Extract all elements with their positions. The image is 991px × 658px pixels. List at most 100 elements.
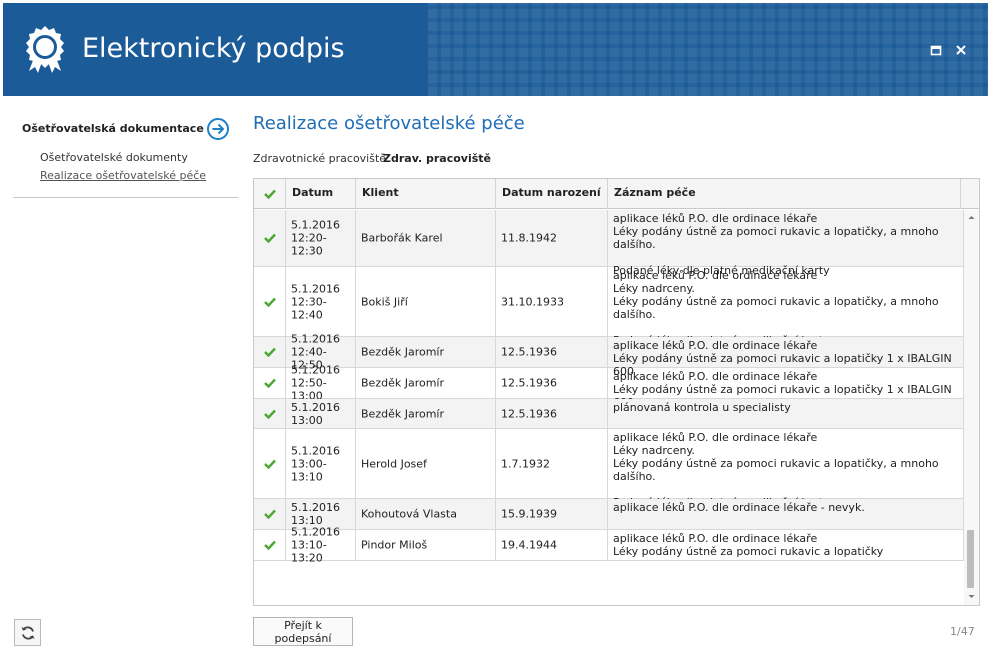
row-birthdate: 15.9.1939: [501, 507, 557, 521]
scrollbar-thumb[interactable]: [967, 530, 974, 588]
check-icon: [264, 540, 276, 550]
workplace-info: Zdravotnické pracoviště: Zdrav. pracoviš…: [253, 152, 491, 165]
check-icon: [264, 233, 276, 243]
sidebar-section: Ošetřovatelská dokumentace: [13, 112, 238, 146]
row-date: 5.1.2016: [291, 501, 340, 514]
row-record-cell: plánovaná kontrola u specialisty: [608, 399, 964, 428]
row-client-cell: Pindor Miloš: [356, 530, 496, 560]
row-client: Bezděk Jaromír: [361, 407, 444, 420]
row-birthdate: 31.10.1933: [501, 295, 564, 308]
row-birthdate-cell: 11.8.1942: [496, 210, 608, 266]
row-date: 5.1.2016: [291, 282, 340, 295]
row-check-cell[interactable]: [254, 499, 286, 529]
table-row[interactable]: 5.1.2016 12:50-13:00 Bezděk Jaromír 12.5.19…: [254, 364, 964, 409]
row-date-cell: 5.1.2016 12:40-12:50: [286, 333, 356, 372]
row-check-cell[interactable]: [254, 210, 286, 266]
table-row[interactable]: 5.1.2016 13:10-13:20 Pindor Miloš 19.4.1944…: [254, 526, 964, 565]
check-icon: [264, 509, 276, 519]
row-birthdate-cell: 19.4.1944: [496, 530, 608, 560]
sidebar-section-title: Ošetřovatelská dokumentace: [22, 122, 204, 135]
table-row[interactable]: 5.1.2016 12:40-12:50 Bezděk Jaromír 12.5.19…: [254, 333, 964, 378]
refresh-button[interactable]: [14, 619, 41, 646]
header-care-record[interactable]: Záznam péče: [608, 179, 961, 209]
row-client-cell: Barbořák Karel: [356, 210, 496, 266]
row-time: 13:10-13:20: [291, 538, 327, 565]
row-client: Bezděk Jaromír: [361, 376, 444, 390]
check-icon: [264, 459, 276, 469]
header-client[interactable]: Klient: [356, 179, 496, 209]
row-client-cell: Bezděk Jaromír: [356, 399, 496, 428]
check-icon: [264, 297, 276, 307]
row-date: 5.1.2016: [291, 444, 340, 457]
row-date: 5.1.2016: [291, 525, 340, 539]
row-birthdate-cell: 12.5.1936: [496, 399, 608, 428]
table-row[interactable]: 5.1.2016 12:20-12:30 Barbořák Karel 11.8.19…: [254, 210, 964, 277]
header-date[interactable]: Datum: [286, 179, 356, 209]
row-date-cell: 5.1.2016 12:50-13:00: [286, 364, 356, 403]
page-counter: 1/47: [950, 625, 975, 638]
row-birthdate: 12.5.1936: [501, 376, 557, 390]
row-record: aplikace léků P.O. dle ordinace lékaře -…: [613, 501, 865, 514]
check-icon: [264, 409, 276, 419]
table-header: Datum Klient Datum narození Záznam péče: [254, 179, 979, 209]
row-client-cell: Herold Josef: [356, 429, 496, 498]
table-row[interactable]: 5.1.2016 13:10 Kohoutová Vlasta 15.9.1939 ap…: [254, 499, 964, 530]
header-pattern: [428, 3, 988, 96]
header-birthdate[interactable]: Datum narození: [496, 179, 608, 209]
arrow-right-circle-icon[interactable]: [206, 117, 230, 141]
table-row[interactable]: 5.1.2016 12:30-12:40 Bokiš Jiří 31.10.1933 a…: [254, 267, 964, 347]
row-client-cell: Bezděk Jaromír: [356, 337, 496, 367]
row-check-cell[interactable]: [254, 337, 286, 367]
row-date: 5.1.2016: [291, 400, 340, 414]
sidebar-item-care-realization[interactable]: Realizace ošetřovatelské péče: [40, 167, 238, 185]
table-row[interactable]: 5.1.2016 13:00 Bezděk Jaromír 12.5.1936 plán…: [254, 399, 964, 429]
go-to-signing-button[interactable]: Přejít k podepsání: [253, 617, 353, 646]
row-birthdate-cell: 31.10.1933: [496, 267, 608, 336]
sidebar: Ošetřovatelská dokumentace Ošetřovatelsk…: [13, 112, 238, 198]
close-icon[interactable]: [954, 43, 968, 57]
sidebar-divider: [13, 197, 238, 198]
seal-icon: [26, 26, 64, 73]
header-check-column[interactable]: [254, 179, 286, 209]
row-check-cell[interactable]: [254, 399, 286, 428]
row-record-cell: aplikace léků P.O. dle ordinace lékaře -…: [608, 499, 964, 529]
vertical-scrollbar[interactable]: [964, 210, 979, 605]
row-client: Pindor Miloš: [361, 538, 428, 552]
row-record: plánovaná kontrola u specialisty: [613, 401, 791, 414]
scroll-down-icon[interactable]: [967, 592, 976, 601]
row-record-cell: aplikace léků P.O. dle ordinace lékaře L…: [608, 210, 964, 277]
row-birthdate-cell: 12.5.1936: [496, 337, 608, 367]
row-birthdate: 19.4.1944: [501, 538, 557, 552]
row-birthdate-cell: 12.5.1936: [496, 368, 608, 398]
check-icon: [264, 378, 276, 388]
check-icon: [264, 347, 276, 357]
row-date: 5.1.2016: [291, 218, 340, 232]
sidebar-item-documents[interactable]: Ošetřovatelské dokumenty: [40, 149, 238, 167]
row-time: 12:20-12:30: [291, 231, 327, 258]
row-record-cell: aplikace léků P.O. dle ordinace lékaře L…: [608, 429, 964, 509]
row-time: 12:30-12:40: [291, 295, 327, 321]
row-date-cell: 5.1.2016 12:20-12:30: [286, 210, 356, 266]
row-birthdate: 11.8.1942: [501, 231, 557, 245]
row-time: 13:00-13:10: [291, 457, 327, 483]
row-client: Kohoutová Vlasta: [361, 507, 457, 521]
row-birthdate: 12.5.1936: [501, 407, 557, 420]
check-icon: [264, 189, 276, 199]
maximize-icon[interactable]: [929, 43, 943, 57]
row-client-cell: Bezděk Jaromír: [356, 368, 496, 398]
row-client-cell: Bokiš Jiří: [356, 267, 496, 336]
row-record-cell: aplikace léků P.O. dle ordinace lékaře L…: [608, 267, 964, 347]
row-check-cell[interactable]: [254, 267, 286, 336]
scroll-up-icon[interactable]: [967, 213, 976, 222]
table-row[interactable]: 5.1.2016 13:00-13:10 Herold Josef 1.7.1932 a…: [254, 429, 964, 509]
row-client: Herold Josef: [361, 457, 427, 470]
table-body: 5.1.2016 12:20-12:30 Barbořák Karel 11.8.19…: [254, 210, 964, 565]
app-title: Elektronický podpis: [82, 33, 345, 64]
row-birthdate-cell: 15.9.1939: [496, 499, 608, 529]
row-check-cell[interactable]: [254, 530, 286, 560]
row-date-cell: 5.1.2016 13:10-13:20: [286, 526, 356, 565]
row-check-cell[interactable]: [254, 429, 286, 498]
row-record: aplikace léků P.O. dle ordinace lékaře L…: [613, 269, 939, 347]
row-check-cell[interactable]: [254, 368, 286, 398]
row-client: Barbořák Karel: [361, 231, 443, 245]
